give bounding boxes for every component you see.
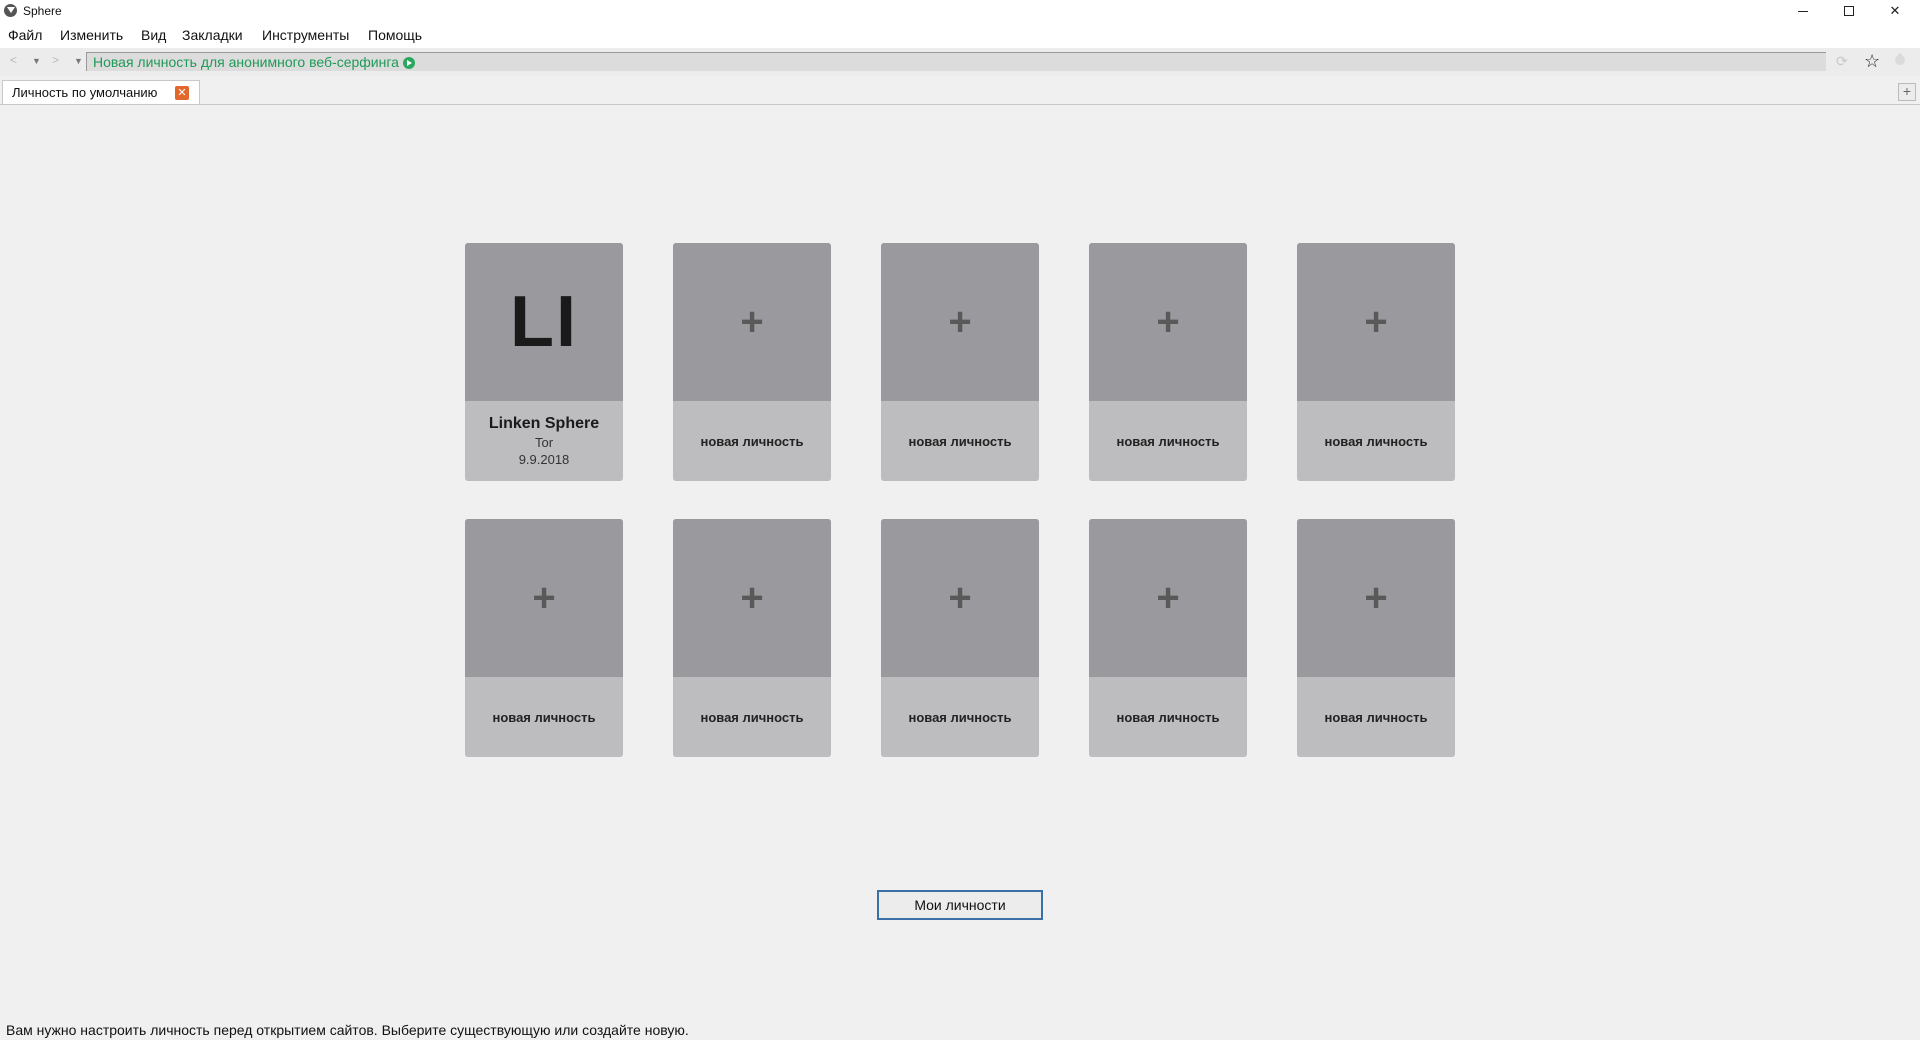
profile-initials: LI (510, 282, 578, 362)
app-logo-icon (4, 4, 17, 17)
new-profile-card[interactable]: + новая личность (881, 519, 1039, 757)
plus-icon: + (1156, 576, 1180, 620)
profile-avatar: LI (465, 243, 623, 401)
plus-icon: + (948, 300, 972, 344)
address-bar[interactable]: Новая личность для анонимного веб-серфин… (86, 52, 1826, 71)
new-profile-card[interactable]: + новая личность (673, 519, 831, 757)
new-profile-label: новая личность (700, 433, 804, 449)
menu-bar: Файл Изменить Вид Закладки Инструменты П… (0, 22, 1920, 48)
forward-arrow-icon[interactable]: > (52, 53, 59, 67)
new-profile-card[interactable]: + новая личность (1297, 519, 1455, 757)
new-profile-card[interactable]: + новая личность (1089, 243, 1247, 481)
close-icon[interactable] (1872, 0, 1918, 22)
plus-icon: + (1156, 300, 1180, 344)
menu-edit[interactable]: Изменить (60, 27, 123, 43)
status-message: Вам нужно настроить личность перед откры… (6, 1022, 689, 1038)
play-icon[interactable] (402, 57, 415, 69)
menu-bookmarks[interactable]: Закладки (182, 27, 243, 43)
new-tab-plus-icon[interactable]: + (1898, 83, 1916, 101)
reload-icon[interactable]: ⟳ (1836, 53, 1848, 70)
new-profile-card[interactable]: + новая личность (881, 243, 1039, 481)
plus-icon: + (740, 300, 764, 344)
navigation-bar: < ▼ > ▼ Новая личность для анонимного ве… (0, 48, 1920, 76)
new-profile-label: новая личность (1116, 433, 1220, 449)
back-arrow-icon[interactable]: < (10, 53, 17, 67)
tab-default-profile[interactable]: Личность по умолчанию ✕ (2, 80, 200, 104)
new-profile-label: новая личность (492, 709, 596, 725)
profile-type: Tor (534, 435, 554, 450)
new-profile-label: новая личность (908, 709, 1012, 725)
plus-icon: + (1364, 300, 1388, 344)
new-profile-card[interactable]: + новая личность (465, 519, 623, 757)
plus-icon: + (1364, 576, 1388, 620)
title-bar: Sphere (0, 0, 1920, 22)
new-profile-label: новая личность (700, 709, 804, 725)
profile-name: Linken Sphere (488, 415, 600, 432)
menu-tools[interactable]: Инструменты (262, 27, 349, 43)
new-profile-label: новая личность (908, 433, 1012, 449)
new-profile-label: новая личность (1116, 709, 1220, 725)
bookmark-star-icon[interactable]: ☆ (1864, 51, 1880, 72)
profile-date: 9.9.2018 (518, 452, 570, 467)
profile-card-linken-sphere[interactable]: LI Linken Sphere Tor 9.9.2018 (465, 243, 623, 481)
forward-history-dropdown-icon[interactable]: ▼ (74, 56, 83, 66)
my-profiles-button[interactable]: Мои личности (877, 890, 1043, 920)
window-title: Sphere (23, 4, 62, 18)
drop-icon[interactable] (1894, 53, 1906, 67)
plus-icon: + (532, 576, 556, 620)
new-profile-card[interactable]: + новая личность (1089, 519, 1247, 757)
plus-icon: + (740, 576, 764, 620)
back-history-dropdown-icon[interactable]: ▼ (32, 56, 41, 66)
address-text: Новая личность для анонимного веб-серфин… (93, 54, 399, 70)
menu-file[interactable]: Файл (8, 27, 42, 43)
plus-icon: + (948, 576, 972, 620)
restore-icon[interactable] (1826, 0, 1872, 22)
tab-label: Личность по умолчанию (12, 85, 158, 100)
new-profile-label: новая личность (1324, 709, 1428, 725)
new-profile-card[interactable]: + новая личность (1297, 243, 1455, 481)
menu-help[interactable]: Помощь (368, 27, 422, 43)
new-profile-label: новая личность (1324, 433, 1428, 449)
tab-close-icon[interactable]: ✕ (175, 86, 189, 100)
minimize-icon[interactable] (1780, 0, 1826, 22)
tab-bar: Личность по умолчанию ✕ + (0, 76, 1920, 105)
menu-view[interactable]: Вид (141, 27, 166, 43)
profile-info: Linken Sphere Tor 9.9.2018 (465, 401, 623, 481)
new-profile-card[interactable]: + новая личность (673, 243, 831, 481)
